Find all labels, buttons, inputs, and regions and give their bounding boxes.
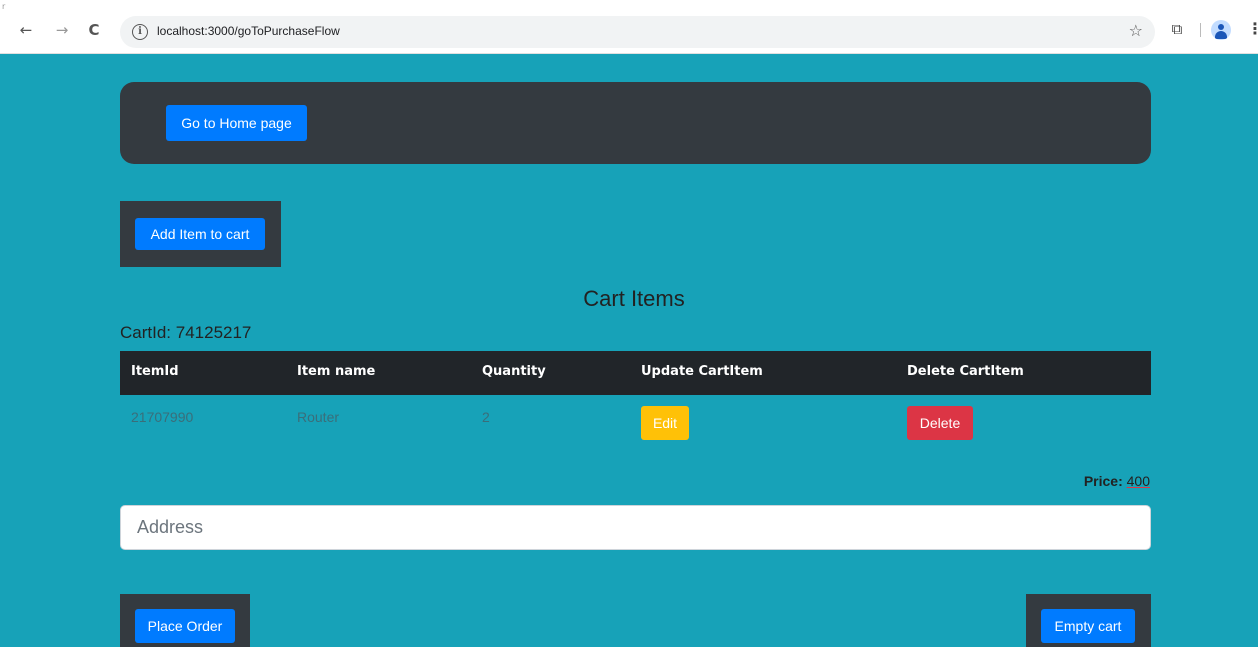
cell-quantity: 2 bbox=[482, 409, 490, 425]
place-order-button[interactable]: Place Order bbox=[135, 609, 235, 643]
column-header-itemid: ItemId bbox=[131, 364, 179, 379]
profile-avatar-icon[interactable] bbox=[1211, 20, 1231, 40]
cell-item-id: 21707990 bbox=[131, 409, 194, 425]
add-item-panel: Add Item to cart bbox=[120, 201, 281, 267]
cart-id-value: 74125217 bbox=[175, 323, 252, 342]
edit-button[interactable]: Edit bbox=[641, 406, 689, 440]
url-text[interactable]: localhost:3000/goToPurchaseFlow bbox=[157, 24, 340, 38]
cart-id: CartId: 74125217 bbox=[120, 323, 251, 343]
cart-title: Cart Items bbox=[583, 286, 685, 311]
corner-mark: r bbox=[2, 2, 6, 11]
price-value: 400 bbox=[1126, 473, 1150, 489]
price-label: Price: bbox=[1083, 473, 1127, 489]
empty-cart-button[interactable]: Empty cart bbox=[1041, 609, 1135, 643]
extensions-icon[interactable]: ⧉ bbox=[1168, 20, 1186, 38]
browser-menu-icon[interactable]: ⋮ bbox=[1247, 19, 1258, 38]
header-bar: Go to Home page bbox=[120, 82, 1151, 164]
column-header-quantity: Quantity bbox=[482, 364, 546, 379]
address-input[interactable] bbox=[120, 505, 1151, 550]
address-bar[interactable]: i localhost:3000/goToPurchaseFlow ☆ bbox=[120, 16, 1155, 48]
site-info-icon[interactable]: i bbox=[132, 24, 148, 40]
add-item-button[interactable]: Add Item to cart bbox=[135, 218, 265, 250]
column-header-delete: Delete CartItem bbox=[907, 364, 1024, 379]
back-arrow-icon[interactable]: ← bbox=[16, 20, 36, 40]
go-home-button[interactable]: Go to Home page bbox=[166, 105, 307, 141]
forward-arrow-icon[interactable]: → bbox=[52, 20, 72, 40]
delete-button[interactable]: Delete bbox=[907, 406, 973, 440]
reload-icon[interactable]: C bbox=[84, 20, 104, 40]
price-summary: Price: 400 bbox=[1084, 473, 1150, 489]
bookmark-star-icon[interactable]: ☆ bbox=[1129, 21, 1143, 40]
page-content: Go to Home page Add Item to cart Cart It… bbox=[10, 55, 1258, 647]
cart-id-label: CartId: bbox=[120, 323, 176, 342]
cell-item-name: Router bbox=[297, 409, 340, 425]
empty-cart-panel: Empty cart bbox=[1026, 594, 1151, 647]
column-header-item-name: Item name bbox=[297, 364, 376, 379]
place-order-panel: Place Order bbox=[120, 594, 250, 647]
column-header-update: Update CartItem bbox=[641, 364, 763, 379]
cart-table-header: ItemId Item name Quantity Update CartIte… bbox=[120, 351, 1151, 395]
browser-toolbar: r ← → C i localhost:3000/goToPurchaseFlo… bbox=[0, 0, 1258, 54]
table-row: 21707990 Router 2 Edit Delete bbox=[120, 395, 1151, 451]
toolbar-divider bbox=[1200, 23, 1201, 37]
